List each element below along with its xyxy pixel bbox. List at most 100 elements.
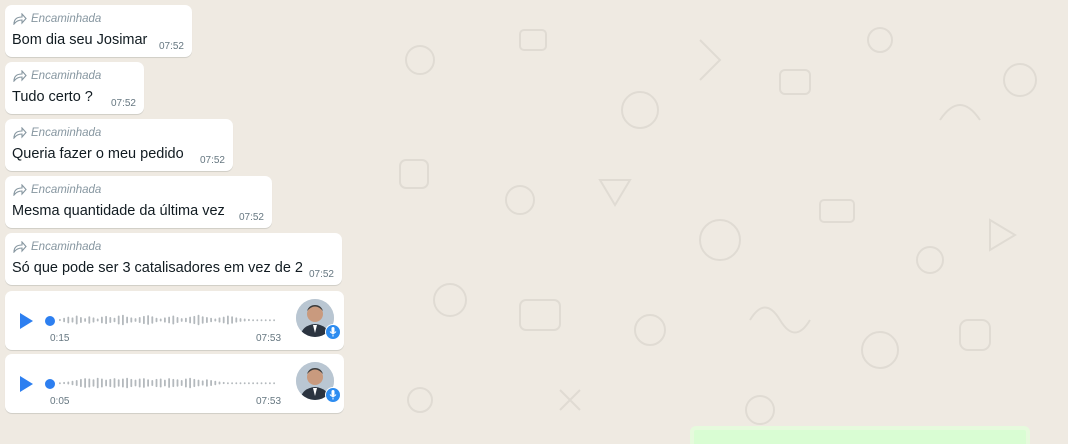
waveform-bar <box>105 379 107 387</box>
waveform-bar <box>92 379 95 387</box>
waveform-bar <box>113 317 116 323</box>
voice-message[interactable]: 0:05 07:53 <box>5 354 344 413</box>
forwarded-label: Encaminhada <box>31 70 102 82</box>
waveform-bar <box>197 314 200 326</box>
voice-time: 07:53 <box>256 333 282 344</box>
forwarded-indicator: Encaminhada <box>13 241 101 253</box>
waveform-bar <box>143 315 145 325</box>
waveform-bar <box>75 380 78 386</box>
waveform-bar <box>80 378 82 388</box>
waveform-bar <box>201 380 204 386</box>
forwarded-indicator: Encaminhada <box>13 127 101 139</box>
waveform-bar <box>96 377 99 389</box>
waveform-bar <box>239 382 242 385</box>
waveform-bar <box>235 382 238 385</box>
waveform-bar <box>126 316 128 324</box>
mic-icon <box>325 387 341 403</box>
waveform-bar <box>138 317 141 323</box>
waveform-bar <box>243 382 246 385</box>
forward-arrow-icon <box>13 241 27 253</box>
message-bubble[interactable]: Encaminhada Mesma quantidade da última v… <box>5 176 272 228</box>
waveform-bar <box>243 318 246 322</box>
waveform-bar <box>214 318 217 322</box>
waveform-bar <box>273 382 275 385</box>
waveform-bar <box>134 318 137 322</box>
waveform-bar <box>143 378 145 388</box>
audio-waveform[interactable] <box>45 373 281 395</box>
waveform-bar <box>130 378 133 388</box>
waveform-bar <box>88 316 91 324</box>
waveform-bar <box>164 379 166 387</box>
waveform-bar <box>101 316 103 324</box>
waveform-bar <box>206 317 208 323</box>
waveform-bar <box>193 378 196 388</box>
waveform-bar <box>264 382 267 385</box>
message-time: 07:52 <box>158 41 184 52</box>
message-text: Queria fazer o meu pedido <box>12 146 184 162</box>
waveform-bar <box>185 317 187 323</box>
waveform-bar <box>59 382 61 385</box>
waveform-bar <box>185 378 187 388</box>
waveform-bar <box>147 315 149 325</box>
forwarded-indicator: Encaminhada <box>13 70 101 82</box>
waveform-bar <box>256 382 259 385</box>
waveform-bar <box>218 381 221 385</box>
message-time: 07:52 <box>238 212 264 223</box>
play-icon[interactable] <box>17 312 35 330</box>
waveform-bar <box>105 315 107 325</box>
waveform-bar <box>180 318 183 322</box>
mic-icon <box>325 324 341 340</box>
waveform-bar <box>80 317 82 323</box>
waveform-bar <box>189 316 191 324</box>
waveform-bar <box>122 314 124 326</box>
waveform-bar <box>239 318 242 322</box>
forwarded-label: Encaminhada <box>31 241 102 253</box>
play-icon[interactable] <box>17 375 35 393</box>
waveform-bar <box>164 317 166 323</box>
waveform-bar <box>155 378 158 388</box>
waveform-bar <box>193 315 196 325</box>
outgoing-bubble-partial <box>690 426 1030 444</box>
waveform-bar <box>227 315 229 325</box>
waveform-bar <box>214 380 217 386</box>
message-text: Tudo certo ? <box>12 89 93 105</box>
waveform-bar <box>206 379 208 387</box>
message-text: Só que pode ser 3 catalisadores em vez d… <box>12 260 303 276</box>
forward-arrow-icon <box>13 70 27 82</box>
waveform-bar <box>189 377 191 389</box>
waveform-bar <box>96 318 99 322</box>
voice-message[interactable]: 0:15 07:53 <box>5 291 344 350</box>
waveform-bar <box>248 318 250 322</box>
waveform-bar <box>231 382 233 385</box>
waveform-bar <box>197 379 200 387</box>
waveform-bar <box>59 318 61 322</box>
waveform-bar <box>260 319 263 322</box>
waveform-bar <box>269 319 271 322</box>
waveform-bar <box>126 377 128 389</box>
waveform-bar <box>63 317 65 323</box>
waveform-bar <box>256 319 259 322</box>
waveform-bar <box>117 379 120 387</box>
message-bubble[interactable]: Encaminhada Só que pode ser 3 catalisado… <box>5 233 342 285</box>
message-bubble[interactable]: Encaminhada Queria fazer o meu pedido 07… <box>5 119 233 171</box>
audio-waveform[interactable] <box>45 310 281 332</box>
waveform-bar <box>210 380 212 386</box>
waveform-bar <box>138 378 141 388</box>
waveform-bar <box>147 379 149 387</box>
forwarded-indicator: Encaminhada <box>13 184 101 196</box>
waveform-bar <box>260 382 263 385</box>
waveform-bar <box>252 382 254 385</box>
message-bubble[interactable]: Encaminhada Tudo certo ? 07:52 <box>5 62 144 114</box>
message-time: 07:52 <box>308 269 334 280</box>
forward-arrow-icon <box>13 184 27 196</box>
message-text: Bom dia seu Josimar <box>12 32 148 48</box>
message-bubble[interactable]: Encaminhada Bom dia seu Josimar 07:52 <box>5 5 192 57</box>
waveform-bar <box>172 378 175 388</box>
waveform-bar <box>231 316 233 324</box>
waveform-bar <box>168 316 170 324</box>
forwarded-label: Encaminhada <box>31 184 102 196</box>
waveform-bar <box>222 316 225 324</box>
forwarded-indicator: Encaminhada <box>13 13 101 25</box>
waveform-bar <box>248 382 250 385</box>
waveform-bar <box>71 317 74 323</box>
